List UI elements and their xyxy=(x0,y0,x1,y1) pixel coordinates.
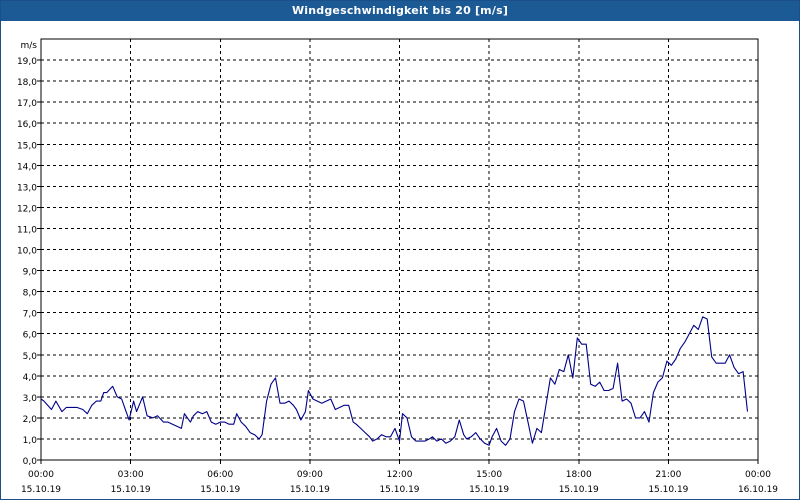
y-tick-label: 19,0 xyxy=(17,57,37,67)
x-tick-date: 15.10.19 xyxy=(648,485,688,495)
x-tick-time: 21:00 xyxy=(655,470,681,480)
y-tick-label: 5,0 xyxy=(23,352,38,362)
x-tick-time: 09:00 xyxy=(297,470,323,480)
y-tick-label: 1,0 xyxy=(23,436,38,446)
series-layer xyxy=(40,316,749,446)
chart-window: Windgeschwindigkeit bis 20 [m/s] 0,0 1,0 2… xyxy=(0,0,800,500)
y-tick-label: 15,0 xyxy=(17,141,37,151)
y-tick-label: 3,0 xyxy=(23,394,38,404)
x-tick-time: 00:00 xyxy=(745,470,771,480)
y-tick-label: 13,0 xyxy=(17,183,37,193)
y-tick-label: 18,0 xyxy=(17,78,37,88)
x-tick-time: 03:00 xyxy=(118,470,144,480)
x-tick-date: 15.10.19 xyxy=(111,485,151,495)
x-tick-date: 15.10.19 xyxy=(21,485,61,495)
wind-speed-line xyxy=(40,316,749,446)
y-tick-label: 17,0 xyxy=(17,99,37,109)
y-tick-label: 9,0 xyxy=(23,268,38,278)
y-tick-label: 12,0 xyxy=(17,204,37,214)
x-tick-date: 15.10.19 xyxy=(559,485,599,495)
x-tick-date: 15.10.19 xyxy=(469,485,509,495)
y-tick-label: 16,0 xyxy=(17,120,37,130)
x-axis-ticks: 00:00 15.10.19 03:00 15.10.19 06:00 15.10.19 0… xyxy=(21,460,778,495)
x-tick-time: 15:00 xyxy=(476,470,502,480)
y-tick-label: 6,0 xyxy=(23,331,38,341)
y-tick-label: 7,0 xyxy=(23,310,38,320)
x-tick-date: 15.10.19 xyxy=(290,485,330,495)
y-axis-ticks: 0,0 1,0 2,0 3,0 4,0 5,0 6,0 7,0 8,0 9,0 10,0 11,0 12… xyxy=(17,57,41,467)
window-title: Windgeschwindigkeit bis 20 [m/s] xyxy=(1,1,799,21)
x-tick-time: 06:00 xyxy=(207,470,233,480)
y-axis-label: m/s xyxy=(21,41,38,51)
y-tick-label: 2,0 xyxy=(23,415,38,425)
x-tick-time: 18:00 xyxy=(566,470,592,480)
y-tick-label: 14,0 xyxy=(17,162,37,172)
wind-speed-chart: 0,0 1,0 2,0 3,0 4,0 5,0 6,0 7,0 8,0 9,0 10,0 11,0 12… xyxy=(17,38,778,495)
x-tick-date: 16.10.19 xyxy=(738,485,778,495)
x-tick-time: 12:00 xyxy=(387,470,413,480)
y-tick-label: 8,0 xyxy=(23,289,38,299)
y-tick-label: 10,0 xyxy=(17,247,37,257)
x-tick-time: 00:00 xyxy=(28,470,54,480)
y-tick-label: 4,0 xyxy=(23,373,38,383)
y-tick-label: 0,0 xyxy=(23,457,38,467)
x-tick-date: 15.10.19 xyxy=(200,485,240,495)
x-tick-date: 15.10.19 xyxy=(379,485,419,495)
y-tick-label: 11,0 xyxy=(17,225,37,235)
grid-lines xyxy=(41,39,758,460)
